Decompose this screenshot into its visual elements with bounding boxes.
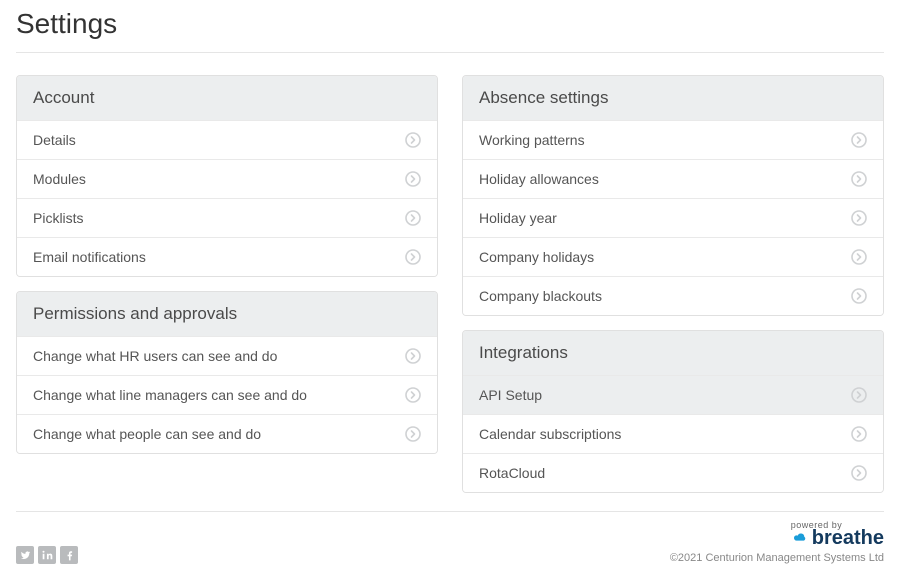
item-label: Company blackouts	[479, 288, 602, 304]
arrow-right-circle-icon	[405, 426, 421, 442]
item-label: Picklists	[33, 210, 84, 226]
panel-integrations-heading: Integrations	[463, 331, 883, 375]
item-label: Change what HR users can see and do	[33, 348, 277, 364]
arrow-right-circle-icon	[851, 210, 867, 226]
arrow-right-circle-icon	[851, 171, 867, 187]
breathe-logo: breathe	[791, 528, 884, 548]
item-rotacloud[interactable]: RotaCloud	[463, 453, 883, 492]
item-holiday-year[interactable]: Holiday year	[463, 198, 883, 237]
panel-absence: Absence settings Working patterns Holida…	[462, 75, 884, 316]
footer-divider	[16, 511, 884, 512]
columns: Account Details Modules Picklists	[0, 75, 900, 507]
item-company-holidays[interactable]: Company holidays	[463, 237, 883, 276]
item-people[interactable]: Change what people can see and do	[17, 414, 437, 453]
item-line-managers[interactable]: Change what line managers can see and do	[17, 375, 437, 414]
item-email-notifications[interactable]: Email notifications	[17, 237, 437, 276]
divider	[16, 52, 884, 53]
item-calendar-subscriptions[interactable]: Calendar subscriptions	[463, 414, 883, 453]
arrow-right-circle-icon	[405, 171, 421, 187]
item-modules[interactable]: Modules	[17, 159, 437, 198]
item-details[interactable]: Details	[17, 120, 437, 159]
item-picklists[interactable]: Picklists	[17, 198, 437, 237]
arrow-right-circle-icon	[405, 132, 421, 148]
footer-right: powered by breathe ©2021 Centurion Manag…	[670, 520, 884, 564]
col-right: Absence settings Working patterns Holida…	[462, 75, 884, 507]
panel-permissions: Permissions and approvals Change what HR…	[16, 291, 438, 454]
arrow-right-circle-icon	[851, 426, 867, 442]
item-label: Holiday allowances	[479, 171, 599, 187]
arrow-right-circle-icon	[851, 249, 867, 265]
item-label: Holiday year	[479, 210, 557, 226]
arrow-right-circle-icon	[851, 288, 867, 304]
page-title: Settings	[0, 0, 900, 52]
panel-permissions-heading: Permissions and approvals	[17, 292, 437, 336]
panel-account: Account Details Modules Picklists	[16, 75, 438, 277]
facebook-icon[interactable]	[60, 546, 78, 564]
item-label: Calendar subscriptions	[479, 426, 621, 442]
linkedin-icon[interactable]	[38, 546, 56, 564]
breathe-brand-text: breathe	[812, 528, 884, 548]
item-working-patterns[interactable]: Working patterns	[463, 120, 883, 159]
item-label: Working patterns	[479, 132, 585, 148]
panel-absence-heading: Absence settings	[463, 76, 883, 120]
social-links	[16, 546, 78, 564]
item-label: Change what people can see and do	[33, 426, 261, 442]
item-label: Details	[33, 132, 76, 148]
item-hr-users[interactable]: Change what HR users can see and do	[17, 336, 437, 375]
copyright: ©2021 Centurion Management Systems Ltd	[670, 552, 884, 564]
item-company-blackouts[interactable]: Company blackouts	[463, 276, 883, 315]
item-api-setup[interactable]: API Setup	[463, 375, 883, 414]
item-holiday-allowances[interactable]: Holiday allowances	[463, 159, 883, 198]
twitter-icon[interactable]	[16, 546, 34, 564]
arrow-right-circle-icon	[851, 132, 867, 148]
col-left: Account Details Modules Picklists	[16, 75, 438, 507]
item-label: Change what line managers can see and do	[33, 387, 307, 403]
cloud-icon	[791, 532, 809, 544]
item-label: RotaCloud	[479, 465, 545, 481]
arrow-right-circle-icon	[405, 348, 421, 364]
panel-integrations: Integrations API Setup Calendar subscrip…	[462, 330, 884, 493]
item-label: API Setup	[479, 387, 542, 403]
item-label: Company holidays	[479, 249, 594, 265]
arrow-right-circle-icon	[851, 387, 867, 403]
arrow-right-circle-icon	[851, 465, 867, 481]
item-label: Email notifications	[33, 249, 146, 265]
powered-by-breathe: powered by breathe	[670, 520, 884, 548]
arrow-right-circle-icon	[405, 249, 421, 265]
arrow-right-circle-icon	[405, 210, 421, 226]
item-label: Modules	[33, 171, 86, 187]
arrow-right-circle-icon	[405, 387, 421, 403]
footer: powered by breathe ©2021 Centurion Manag…	[0, 505, 900, 570]
panel-account-heading: Account	[17, 76, 437, 120]
